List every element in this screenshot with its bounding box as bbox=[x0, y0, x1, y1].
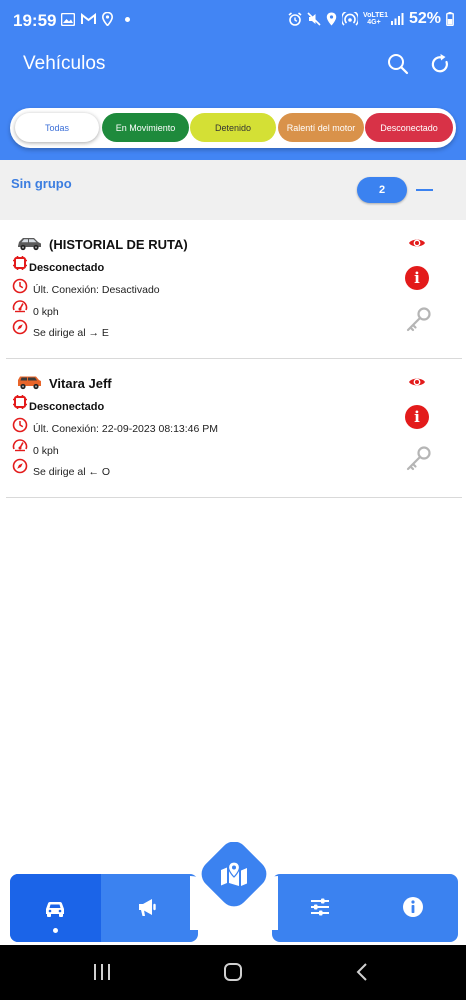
info-button[interactable]: i bbox=[405, 405, 429, 429]
info-glyph-icon: i bbox=[414, 269, 420, 287]
alarm-icon bbox=[288, 12, 302, 26]
location-icon bbox=[102, 12, 113, 26]
page-title: Vehículos bbox=[23, 53, 106, 74]
map-button[interactable] bbox=[190, 842, 278, 930]
battery-icon bbox=[446, 12, 454, 26]
system-navigation-bar bbox=[0, 945, 466, 1000]
active-indicator bbox=[53, 928, 58, 933]
refresh-icon bbox=[431, 54, 448, 73]
key-icon[interactable] bbox=[404, 306, 432, 334]
vehicle-name: (HISTORIAL DE RUTA) bbox=[49, 237, 188, 252]
clock-icon bbox=[12, 278, 28, 294]
filter-all-chip[interactable]: Todas bbox=[15, 113, 99, 142]
sliders-icon[interactable] bbox=[308, 895, 332, 919]
refresh-button[interactable] bbox=[428, 52, 452, 76]
group-header[interactable]: Sin grupo 2 bbox=[0, 160, 466, 220]
eye-icon[interactable] bbox=[408, 234, 426, 252]
filter-stopped-chip[interactable]: Detenido bbox=[190, 113, 276, 142]
last-connection: Últ. Conexión: Desactivado bbox=[33, 284, 160, 296]
info-button[interactable]: i bbox=[405, 266, 429, 290]
group-name: Sin grupo bbox=[11, 176, 72, 191]
filter-moving-chip[interactable]: En Movimiento bbox=[102, 113, 189, 142]
back-icon[interactable] bbox=[355, 962, 369, 982]
search-button[interactable] bbox=[386, 52, 410, 76]
vehicle-name: Vitara Jeff bbox=[49, 376, 112, 391]
vehicle-status: Desconectado bbox=[29, 401, 105, 413]
network-type: VoLTE1 4G+ bbox=[362, 12, 388, 26]
key-icon[interactable] bbox=[404, 445, 432, 473]
compass-icon bbox=[12, 319, 28, 335]
gmail-icon bbox=[81, 13, 96, 24]
chip-icon bbox=[13, 256, 27, 270]
recent-apps-icon[interactable] bbox=[92, 963, 112, 981]
vehicle-heading: Se dirige al ← O bbox=[33, 466, 111, 478]
vehicles-screen: 19:59 VoLTE1 4G+ 52% Vehículos Todas En … bbox=[0, 0, 466, 1000]
car-icon bbox=[18, 238, 41, 251]
status-time: 19:59 bbox=[13, 11, 57, 30]
car-icon bbox=[18, 376, 41, 390]
notification-dot-icon bbox=[125, 16, 130, 22]
filter-idle-chip[interactable]: Ralentí del motor bbox=[278, 113, 364, 142]
battery-level: 52% bbox=[408, 10, 441, 27]
gallery-icon bbox=[61, 12, 75, 26]
vehicle-card[interactable]: Vitara Jeff Desconectado Últ. Conexión: … bbox=[6, 359, 462, 498]
vehicle-speed: 0 kph bbox=[33, 306, 59, 318]
app-header: 19:59 VoLTE1 4G+ 52% Vehículos Todas En … bbox=[0, 0, 466, 160]
status-filter-bar: Todas En Movimiento Detenido Ralentí del… bbox=[10, 108, 456, 148]
last-connection: Últ. Conexión: 22-09-2023 08:13:46 PM bbox=[33, 423, 219, 435]
compass-icon bbox=[12, 458, 28, 474]
search-icon bbox=[388, 54, 409, 75]
filter-disconnected-chip[interactable]: Desconectado bbox=[365, 113, 453, 142]
nav-tab-vehicles[interactable] bbox=[10, 874, 101, 942]
car-icon bbox=[46, 902, 64, 917]
speedometer-icon bbox=[12, 300, 28, 313]
status-bar: 19:59 VoLTE1 4G+ 52% bbox=[0, 0, 466, 42]
group-count-badge: 2 bbox=[357, 177, 407, 203]
nav-right-group bbox=[272, 874, 458, 942]
vehicle-status: Desconectado bbox=[29, 262, 105, 274]
hotspot-icon bbox=[341, 12, 358, 26]
mute-icon bbox=[307, 12, 321, 26]
home-icon[interactable] bbox=[223, 962, 243, 982]
vehicle-heading: Se dirige al → E bbox=[33, 327, 109, 339]
vehicle-speed: 0 kph bbox=[33, 445, 59, 457]
vehicle-card[interactable]: (HISTORIAL DE RUTA) Desconectado Últ. Co… bbox=[6, 220, 462, 359]
speedometer-icon bbox=[12, 439, 28, 452]
status-right: VoLTE1 4G+ 52% bbox=[288, 10, 454, 28]
notification-icons bbox=[61, 12, 130, 26]
collapse-icon[interactable] bbox=[416, 189, 433, 191]
megaphone-icon[interactable] bbox=[135, 895, 159, 919]
clock-icon bbox=[12, 417, 28, 433]
info-glyph-icon: i bbox=[414, 408, 420, 426]
eye-icon[interactable] bbox=[408, 373, 426, 391]
location-status-icon bbox=[326, 12, 337, 26]
signal-icon bbox=[390, 13, 404, 25]
chip-icon bbox=[13, 395, 27, 409]
nav-left-group bbox=[10, 874, 198, 942]
info-icon[interactable] bbox=[401, 895, 425, 919]
